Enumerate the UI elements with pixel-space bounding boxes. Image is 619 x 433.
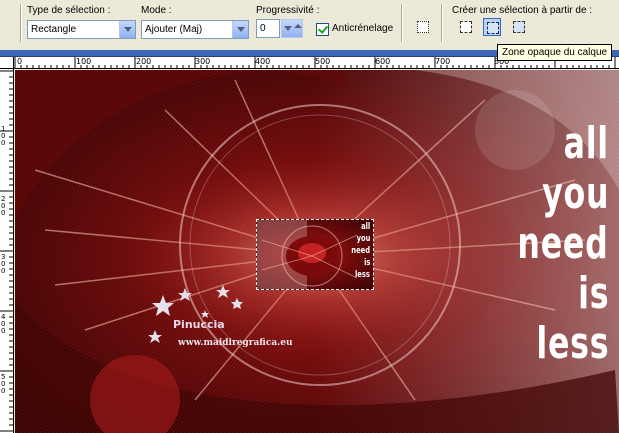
ruler-label: 100 bbox=[76, 57, 92, 66]
thumb-word: you bbox=[356, 234, 370, 244]
selection-type-dropdown[interactable]: Rectangle bbox=[27, 20, 136, 39]
thumb-word: less bbox=[355, 270, 370, 280]
antialias-label: Anticrénelage bbox=[332, 23, 394, 34]
mode-value: Ajouter (Maj) bbox=[145, 24, 203, 35]
merged-layer-icon[interactable] bbox=[510, 18, 528, 36]
vertical-ruler: 1 0 0 2 0 0 3 0 0 4 0 0 5 0 0 bbox=[0, 69, 14, 433]
toolbar-separator bbox=[20, 4, 22, 42]
selection-type-label: Type de sélection : bbox=[27, 5, 111, 16]
ruler-label: 0 bbox=[17, 57, 23, 66]
watermark-name: Pinuccia bbox=[173, 318, 225, 331]
slogan-word: need bbox=[517, 218, 609, 269]
chevron-down-icon[interactable] bbox=[119, 21, 135, 38]
tooltip: Zone opaque du calque bbox=[497, 44, 613, 61]
slogan-word: is bbox=[577, 268, 609, 319]
ruler-label: 400 bbox=[255, 57, 271, 66]
ruler-label: 0 bbox=[1, 209, 6, 217]
slogan-word: all bbox=[563, 118, 609, 169]
mode-dropdown[interactable]: Ajouter (Maj) bbox=[141, 20, 249, 39]
create-from-label: Créer une sélection à partir de : bbox=[452, 5, 593, 16]
ruler-label: 200 bbox=[136, 57, 152, 66]
selection-type-value: Rectangle bbox=[31, 24, 77, 35]
selection-dashed-icon[interactable] bbox=[457, 18, 475, 36]
watermark-url: www.maidiregrafica.eu bbox=[178, 338, 293, 348]
ruler-label: 300 bbox=[195, 57, 211, 66]
image-canvas[interactable]: all you need is less Pinuccia www.maidir… bbox=[15, 70, 619, 433]
tool-options-toolbar: Type de sélection : Rectangle Mode : Ajo… bbox=[0, 0, 619, 50]
selection-marquee[interactable]: all you need is less bbox=[256, 219, 374, 290]
mode-label: Mode : bbox=[141, 5, 172, 16]
chevron-down-icon[interactable] bbox=[232, 21, 248, 38]
thumb-word: is bbox=[363, 258, 370, 268]
slogan-word: you bbox=[541, 168, 609, 219]
ruler-label: 0 bbox=[1, 387, 6, 395]
progressivity-stepper[interactable]: 0 bbox=[256, 19, 304, 38]
antialias-checkbox[interactable] bbox=[316, 23, 329, 36]
toolbar-separator bbox=[401, 4, 403, 42]
progressivity-value: 0 bbox=[260, 23, 266, 34]
toolbar-separator bbox=[441, 4, 443, 42]
ruler-label: 500 bbox=[315, 57, 331, 66]
progressivity-field[interactable]: 0 bbox=[256, 19, 280, 38]
slogan-word: less bbox=[536, 318, 609, 369]
ruler-corner bbox=[0, 57, 14, 69]
ruler-label: 0 bbox=[1, 327, 6, 335]
thumb-word: all bbox=[360, 222, 370, 232]
selection-frame-icon[interactable] bbox=[414, 18, 432, 36]
ruler-label: 700 bbox=[435, 57, 451, 66]
ruler-label: 0 bbox=[1, 267, 6, 275]
spin-arrows-icon[interactable] bbox=[281, 19, 303, 38]
ruler-label: 600 bbox=[375, 57, 391, 66]
ruler-label: 0 bbox=[1, 139, 6, 147]
thumb-word: need bbox=[351, 246, 370, 256]
progressivity-label: Progressivité : bbox=[256, 5, 320, 16]
opaque-layer-icon[interactable] bbox=[483, 18, 501, 36]
